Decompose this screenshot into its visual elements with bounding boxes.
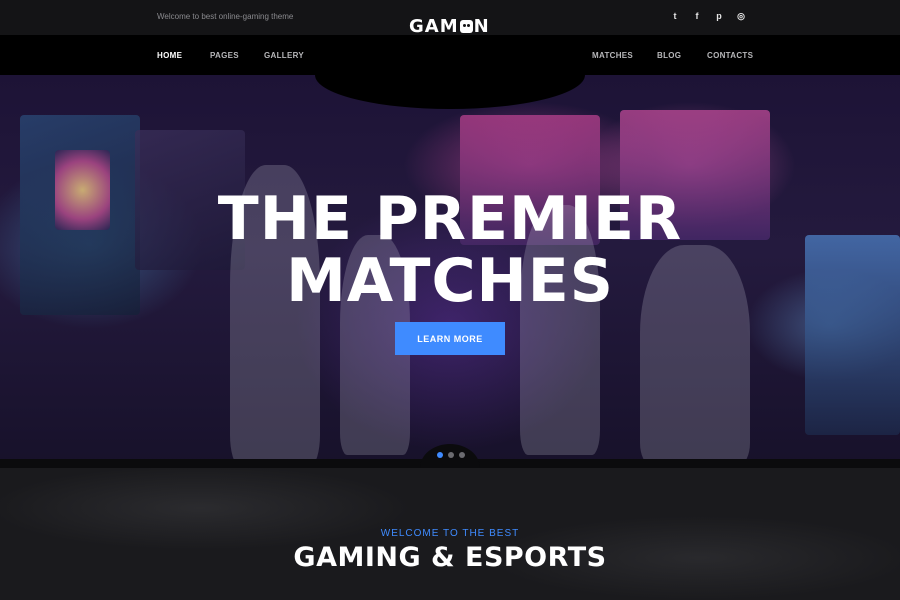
nav-item-contacts[interactable]: CONTACTS xyxy=(707,51,753,60)
pinterest-icon[interactable]: p xyxy=(714,11,724,21)
logo[interactable]: GAM N xyxy=(409,15,490,37)
page: Welcome to best online-gaming theme GAM … xyxy=(0,0,900,600)
nav-item-blog[interactable]: BLOG xyxy=(657,51,681,60)
twitter-icon[interactable]: t xyxy=(670,11,680,21)
hero-title-line: MATCHES xyxy=(286,246,614,316)
slider-dots xyxy=(437,452,465,458)
slider-dot[interactable] xyxy=(459,452,465,458)
instagram-icon[interactable]: ◎ xyxy=(736,11,746,21)
logo-text-start: GAM xyxy=(409,15,459,37)
hero-notch xyxy=(315,75,585,109)
tagline: Welcome to best online-gaming theme xyxy=(157,12,294,21)
hero-slider: THE PREMIER MATCHES LEARN MORE xyxy=(0,75,900,468)
top-bar: Welcome to best online-gaming theme GAM … xyxy=(0,0,900,37)
welcome-section: WELCOME TO THE BEST GAMING & ESPORTS xyxy=(0,468,900,600)
skull-icon xyxy=(459,19,473,33)
hero-title-line: THE PREMIER xyxy=(217,184,683,254)
nav-item-home[interactable]: HOME xyxy=(157,51,182,60)
learn-more-button[interactable]: LEARN MORE xyxy=(395,322,505,355)
slider-dot[interactable] xyxy=(437,452,443,458)
nav-item-gallery[interactable]: GALLERY xyxy=(264,51,304,60)
logo-text-end: N xyxy=(473,15,490,37)
welcome-eyebrow: WELCOME TO THE BEST xyxy=(380,528,520,539)
slider-dot[interactable] xyxy=(448,452,454,458)
facebook-icon[interactable]: f xyxy=(692,11,702,21)
main-nav: HOME PAGES GALLERY MATCHES BLOG CONTACTS xyxy=(0,35,900,75)
nav-item-pages[interactable]: PAGES xyxy=(210,51,239,60)
nav-item-matches[interactable]: MATCHES xyxy=(592,51,633,60)
welcome-title: GAMING & ESPORTS xyxy=(293,542,607,573)
social-links: t f p ◎ xyxy=(670,11,746,21)
hero-title: THE PREMIER MATCHES xyxy=(0,188,900,312)
